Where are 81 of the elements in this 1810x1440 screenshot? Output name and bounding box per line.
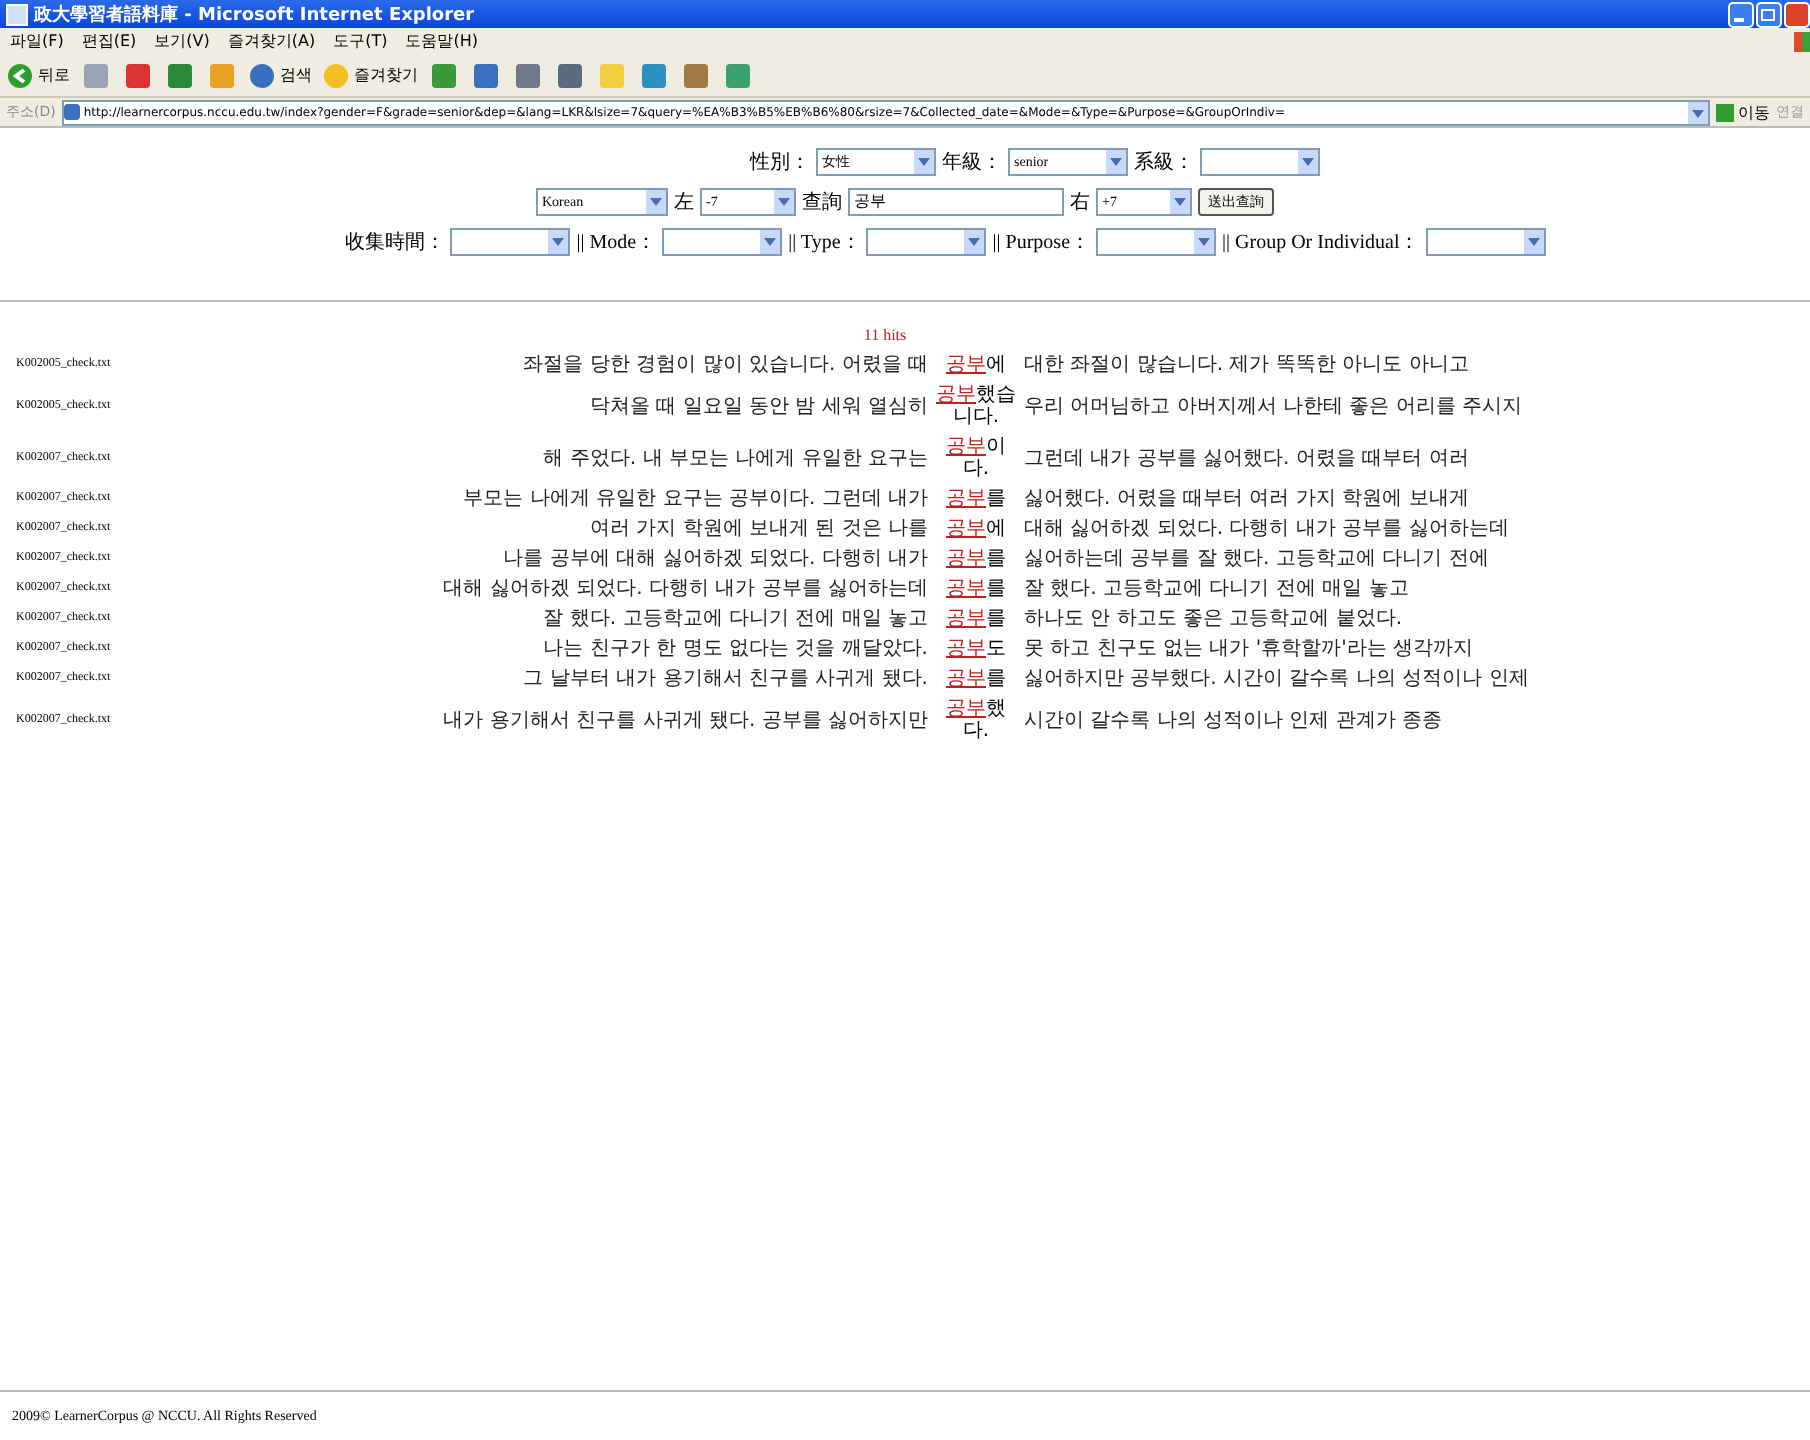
right-context: 대해 싫어하겠 되었다. 다행히 내가 공부를 싫어하는데 bbox=[1022, 516, 1511, 544]
menu-item[interactable]: 편집(E) bbox=[81, 30, 137, 52]
keyword-cell-text: 공부를 bbox=[944, 606, 1008, 634]
keyword-cell-text: 공부도 bbox=[944, 636, 1008, 664]
right-context: 싫어하지만 공부했다. 시간이 갈수록 나의 성적이나 인제 bbox=[1022, 666, 1531, 694]
right-context: 시간이 갈수록 나의 성적이나 인제 관계가 종종 bbox=[1022, 707, 1445, 735]
field-label: 年級： bbox=[942, 150, 1002, 176]
go-button[interactable]: 이동 bbox=[1716, 101, 1770, 123]
right-context: 하나도 안 하고도 좋은 고등학교에 붙었다. bbox=[1022, 606, 1405, 634]
field-label: || Group Or Individual： bbox=[1222, 230, 1420, 256]
keyword-cell-text: 공부를 bbox=[944, 546, 1008, 574]
keyword-cell-text: 공부를 bbox=[944, 486, 1008, 514]
left-context: 여러 가지 학원에 보내게 된 것은 나를 bbox=[587, 516, 930, 544]
right-context: 우리 어머님하고 아버지께서 나한테 좋은 어리를 주시지 bbox=[1022, 393, 1525, 421]
left-context: 해 주었다. 내 부모는 나에게 유일한 요구는 bbox=[541, 445, 930, 473]
right-context: 대한 좌절이 많습니다. 제가 똑똑한 아니도 아니고 bbox=[1022, 352, 1471, 380]
keyword-link[interactable]: 공부 bbox=[946, 548, 986, 570]
keyword-cell-text: 공부를 bbox=[944, 576, 1008, 604]
keyword-link[interactable]: 공부 bbox=[936, 384, 976, 406]
toolbar-button[interactable]: 즐겨찾기 bbox=[322, 61, 418, 89]
keyword-cell-text: 공부이다. bbox=[944, 434, 1008, 484]
dropdown[interactable] bbox=[450, 228, 571, 256]
toolbar-button[interactable]: 검색 bbox=[248, 61, 312, 89]
right-context: 싫어했다. 어렸을 때부터 여러 가지 학원에 보내게 bbox=[1022, 486, 1471, 514]
menu-item[interactable]: 즐겨찾기(A) bbox=[227, 30, 316, 52]
right-context: 싫어하는데 공부를 잘 했다. 고등학교에 다니기 전에 bbox=[1022, 546, 1491, 574]
menu-item[interactable]: 보기(V) bbox=[154, 30, 210, 52]
left-context: 닥쳐올 때 일요일 동안 밤 세워 열심히 bbox=[587, 393, 930, 421]
keyword-cell-text: 공부에 bbox=[944, 352, 1008, 380]
keyword-link[interactable]: 공부 bbox=[946, 578, 986, 600]
field-label: 左 bbox=[674, 190, 694, 216]
menu-item[interactable]: 파일(F) bbox=[10, 30, 64, 52]
keyword-cell-text: 공부를 bbox=[944, 666, 1008, 694]
keyword-link[interactable]: 공부 bbox=[946, 518, 986, 540]
field-label: 右 bbox=[1070, 190, 1090, 216]
keyword-link[interactable]: 공부 bbox=[946, 354, 986, 376]
dropdown[interactable] bbox=[1096, 228, 1217, 256]
menu-item[interactable]: 도움말(H) bbox=[405, 30, 478, 52]
left-context: 내가 용기해서 친구를 사귀게 됐다. 공부를 싫어하지만 bbox=[441, 707, 930, 735]
dropdown[interactable] bbox=[1200, 148, 1320, 176]
left-context: 잘 했다. 고등학교에 다니기 전에 매일 놓고 bbox=[541, 606, 930, 634]
left-context: 대해 싫어하겠 되었다. 다행히 내가 공부를 싫어하는데 bbox=[441, 576, 930, 604]
field-label: 收集時間： bbox=[344, 229, 445, 256]
close-button[interactable] bbox=[1784, 1, 1810, 27]
keyword-cell-text: 공부에 bbox=[944, 516, 1008, 544]
field-label: || Purpose： bbox=[992, 230, 1091, 256]
right-context: 그런데 내가 공부를 싫어했다. 어렸을 때부터 여러 bbox=[1022, 445, 1471, 473]
back-icon bbox=[6, 61, 34, 89]
right-context: 못 하고 친구도 없는 내가 '휴학할까'라는 생각까지 bbox=[1022, 636, 1476, 664]
keyword-cell-text: 공부했습니다. bbox=[934, 382, 1018, 432]
page-icon bbox=[63, 104, 80, 120]
toolbar-button[interactable]: 뒤로 bbox=[6, 61, 70, 89]
field-label: || Mode： bbox=[576, 230, 657, 256]
keyword-cell-text: 공부했다. bbox=[944, 696, 1008, 746]
field-label: 查詢 bbox=[802, 189, 842, 216]
left-context: 부모는 나에게 유일한 요구는 공부이다. 그런데 내가 bbox=[461, 486, 930, 514]
restore-button[interactable] bbox=[1756, 1, 1782, 27]
window-title: 政大學習者語料庫 - Microsoft Internet Explorer bbox=[34, 2, 475, 27]
left-context: 그 날부터 내가 용기해서 친구를 사귀게 됐다. bbox=[521, 666, 930, 694]
windows-logo-icon bbox=[1794, 31, 1810, 51]
keyword-link[interactable]: 공부 bbox=[946, 638, 986, 660]
left-context: 나는 친구가 한 명도 없다는 것을 깨달았다. bbox=[541, 636, 930, 664]
dropdown[interactable] bbox=[662, 228, 783, 256]
field-label: 性別： bbox=[750, 149, 810, 176]
keyword-link[interactable]: 공부 bbox=[946, 668, 986, 690]
keyword-link[interactable]: 공부 bbox=[946, 488, 986, 510]
field-label: 系級： bbox=[1134, 149, 1194, 176]
keyword-link[interactable]: 공부 bbox=[946, 608, 986, 630]
query-field[interactable]: 공부 bbox=[848, 188, 1064, 216]
keyword-link[interactable]: 공부 bbox=[946, 698, 986, 720]
keyword-link[interactable]: 공부 bbox=[946, 436, 986, 458]
right-context: 잘 했다. 고등학교에 다니기 전에 매일 놓고 bbox=[1022, 576, 1411, 604]
dropdown[interactable] bbox=[866, 228, 987, 256]
hit-count: 11 hits bbox=[861, 326, 909, 344]
field-label: || Type： bbox=[788, 230, 861, 256]
dropdown[interactable] bbox=[1425, 228, 1546, 256]
left-context: 좌절을 당한 경험이 많이 있습니다. 어렸을 때 bbox=[521, 352, 930, 380]
minimize-button[interactable] bbox=[1728, 1, 1754, 27]
menu-item[interactable]: 도구(T) bbox=[333, 30, 388, 52]
app-icon bbox=[6, 3, 28, 25]
left-context: 나를 공부에 대해 싫어하겠 되었다. 다행히 내가 bbox=[501, 546, 930, 574]
